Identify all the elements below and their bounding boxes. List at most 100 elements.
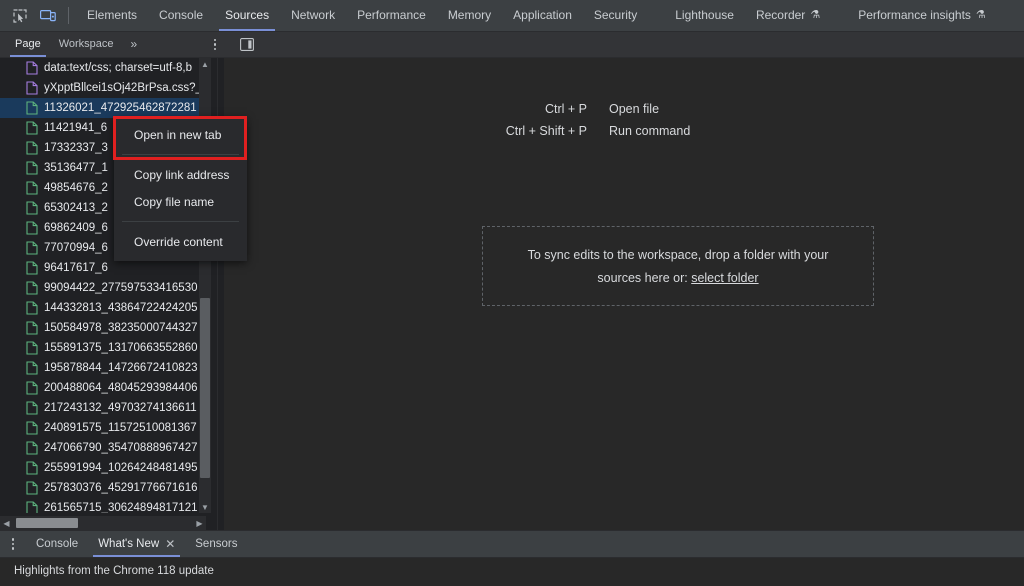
- drawer-tab-whats-new[interactable]: What's New ✕: [88, 531, 185, 557]
- context-menu-item-open-in-new-tab[interactable]: Open in new tab: [114, 121, 247, 148]
- file-document-icon: [26, 421, 38, 435]
- tab-label: Memory: [447, 8, 492, 22]
- file-tree-item[interactable]: 261565715_30624894817121: [0, 498, 206, 513]
- show-navigator-icon[interactable]: [235, 32, 259, 57]
- file-tree-item-label: 96417617_6: [44, 262, 108, 274]
- devtools-window: Elements Console Sources Network Perform…: [0, 0, 1024, 586]
- file-document-icon: [26, 101, 38, 115]
- file-tree-item-label: 99094422_277597533416530: [44, 282, 198, 294]
- file-tree-item-label: 77070994_6: [44, 242, 108, 254]
- file-tree-item[interactable]: 144332813_43864722424205: [0, 298, 206, 318]
- file-document-icon: [26, 401, 38, 415]
- tab-performance[interactable]: Performance: [346, 0, 437, 31]
- context-menu-item-copy-file-name[interactable]: Copy file name: [114, 188, 247, 215]
- toolbar-divider: [68, 7, 69, 24]
- drawer-tab-label: Console: [36, 537, 79, 550]
- file-tree-item[interactable]: 155891375_13170663552860: [0, 338, 206, 358]
- sub-tab-page[interactable]: Page: [6, 32, 50, 57]
- navigator-horizontal-scrollbar[interactable]: ◀ ▶: [0, 516, 217, 530]
- drawer-toolbar: Console What's New ✕ Sensors: [0, 530, 1024, 558]
- file-tree-item[interactable]: yXpptBllcei1sOj42BrPsa.css?_: [0, 78, 206, 98]
- scroll-left-arrow-icon[interactable]: ◀: [0, 519, 13, 528]
- scroll-down-arrow-icon[interactable]: ▼: [199, 501, 211, 513]
- file-tree-item-label: 200488064_48045293984406: [44, 382, 198, 394]
- file-document-icon: [26, 341, 38, 355]
- file-document-icon: [26, 61, 38, 75]
- tab-recorder[interactable]: Recorder ⚗: [745, 0, 831, 31]
- tab-label: Sources: [225, 8, 270, 22]
- tab-memory[interactable]: Memory: [437, 0, 502, 31]
- context-menu-item-override-content[interactable]: Override content: [114, 228, 247, 255]
- file-tree-item[interactable]: 200488064_48045293984406: [0, 378, 206, 398]
- file-tree-item-label: 150584978_38235000744327: [44, 322, 198, 334]
- context-menu-separator: [122, 221, 239, 222]
- file-tree-item[interactable]: 99094422_277597533416530: [0, 278, 206, 298]
- tab-network[interactable]: Network: [280, 0, 346, 31]
- file-tree-item[interactable]: 195878844_14726672410823: [0, 358, 206, 378]
- file-document-icon: [26, 461, 38, 475]
- file-document-icon: [26, 261, 38, 275]
- file-tree-item-label: yXpptBllcei1sOj42BrPsa.css?_: [44, 82, 202, 94]
- file-tree-item[interactable]: data:text/css; charset=utf-8,b: [0, 58, 206, 78]
- horizontal-scroll-track[interactable]: [13, 516, 193, 530]
- horizontal-scroll-thumb[interactable]: [16, 518, 78, 528]
- file-document-icon: [26, 381, 38, 395]
- file-document-icon: [26, 161, 38, 175]
- file-tree-item[interactable]: 217243132_49703274136611: [0, 398, 206, 418]
- dropzone-line-1: To sync edits to the workspace, drop a f…: [527, 247, 829, 262]
- drawer-tab-sensors[interactable]: Sensors: [185, 531, 247, 557]
- close-icon[interactable]: ✕: [165, 538, 175, 550]
- file-tree-item[interactable]: 96417617_6: [0, 258, 206, 278]
- file-tree-item-label: 217243132_49703274136611: [44, 402, 197, 414]
- file-document-icon: [26, 201, 38, 215]
- file-tree-item-label: 261565715_30624894817121: [44, 502, 198, 513]
- device-toolbar-icon[interactable]: [34, 0, 62, 31]
- file-tree-item[interactable]: 11326021_472925462872281: [0, 98, 206, 118]
- drawer-tab-console[interactable]: Console: [26, 531, 88, 557]
- tab-label: Elements: [87, 8, 138, 22]
- file-tree-item-label: 255991994_10264248481495: [44, 462, 198, 474]
- workspace-dropzone[interactable]: To sync edits to the workspace, drop a f…: [482, 226, 874, 306]
- shortcut-run-command: Ctrl + Shift + P Run command: [469, 124, 779, 138]
- scrollbar-corner: [206, 516, 217, 530]
- navigator-toolbar: Page Workspace »: [0, 32, 1024, 58]
- file-tree-item[interactable]: 150584978_38235000744327: [0, 318, 206, 338]
- scroll-right-arrow-icon[interactable]: ▶: [193, 519, 206, 528]
- tab-console[interactable]: Console: [148, 0, 214, 31]
- tab-sources[interactable]: Sources: [214, 0, 280, 31]
- tab-label: Recorder: [755, 8, 806, 22]
- file-document-icon: [26, 501, 38, 513]
- file-tree-item-label: data:text/css; charset=utf-8,b: [44, 62, 192, 74]
- tab-elements[interactable]: Elements: [76, 0, 148, 31]
- tab-label: Console: [159, 8, 204, 22]
- sub-tab-workspace[interactable]: Workspace: [50, 32, 123, 57]
- shortcut-description: Run command: [609, 124, 691, 138]
- sub-tab-label: Workspace: [58, 38, 114, 50]
- file-tree-item[interactable]: 257830376_45291776671616: [0, 478, 206, 498]
- dropzone-line-2: sources here or: select folder: [597, 271, 758, 285]
- experiment-beaker-icon: ⚗: [810, 9, 821, 21]
- tab-application[interactable]: Application: [502, 0, 583, 31]
- file-tree-item-label: 144332813_43864722424205: [44, 302, 198, 314]
- editor-placeholder: Ctrl + P Open file Ctrl + Shift + P Run …: [224, 58, 1024, 530]
- more-options-icon[interactable]: [0, 531, 26, 557]
- tab-performance-insights[interactable]: Performance insights ⚗: [847, 0, 997, 31]
- file-tree-item[interactable]: 255991994_10264248481495: [0, 458, 206, 478]
- file-tree-item-label: 65302413_2: [44, 202, 108, 214]
- inspect-element-icon[interactable]: [6, 0, 34, 31]
- file-tree-item[interactable]: 247066790_35470888967427: [0, 438, 206, 458]
- tab-security[interactable]: Security: [583, 0, 648, 31]
- more-options-icon[interactable]: [203, 32, 227, 57]
- file-tree-item-label: 11326021_472925462872281: [44, 102, 197, 114]
- file-context-menu[interactable]: Open in new tab Copy link address Copy f…: [114, 117, 247, 261]
- file-tree-item[interactable]: 240891575_11572510081367: [0, 418, 206, 438]
- more-tabs-chevron-icon[interactable]: »: [123, 32, 146, 57]
- context-menu-item-copy-link-address[interactable]: Copy link address: [114, 161, 247, 188]
- vertical-scroll-thumb[interactable]: [200, 298, 210, 478]
- file-document-icon: [26, 141, 38, 155]
- shortcut-keys: Ctrl + P: [544, 102, 587, 116]
- file-document-icon: [26, 121, 38, 135]
- scroll-up-arrow-icon[interactable]: ▲: [199, 58, 211, 70]
- tab-lighthouse[interactable]: Lighthouse: [664, 0, 745, 31]
- select-folder-link[interactable]: select folder: [691, 271, 758, 285]
